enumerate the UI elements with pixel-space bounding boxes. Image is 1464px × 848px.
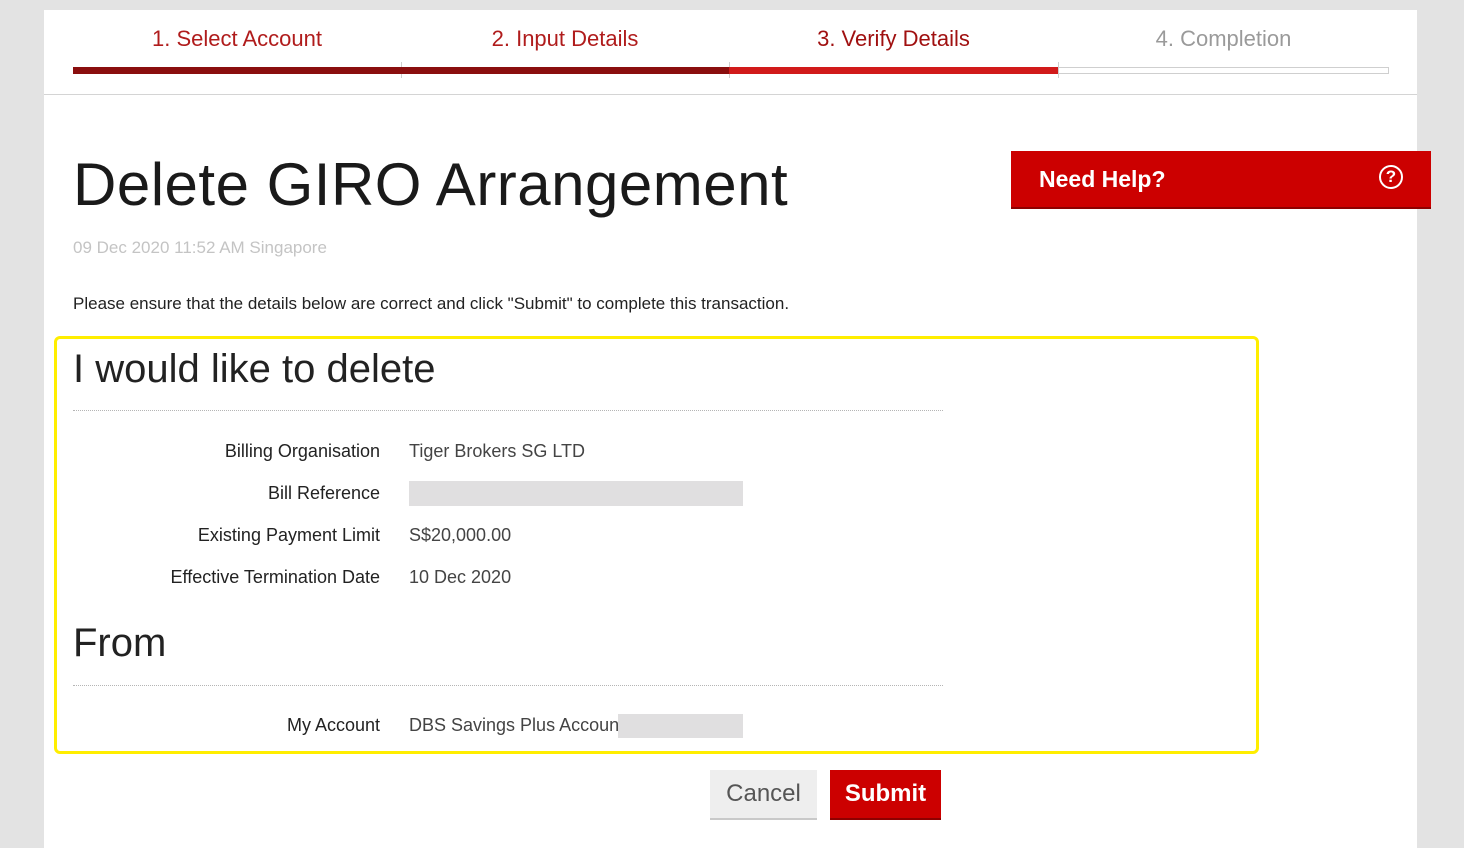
step-select-account: 1. Select Account [73, 10, 401, 80]
redacted-account-number [618, 714, 743, 738]
instruction-text: Please ensure that the details below are… [73, 294, 790, 313]
step-label: 3. Verify Details [817, 26, 970, 51]
row-label: Bill Reference [267, 483, 380, 503]
timestamp: 09 Dec 2020 11:52 AM Singapore [73, 238, 327, 257]
row-label: Billing Organisation [224, 441, 380, 461]
redacted-bill-reference [409, 481, 743, 506]
step-bar [729, 67, 1058, 74]
cancel-button[interactable]: Cancel [710, 770, 817, 820]
page-title: Delete GIRO Arrangement [73, 151, 789, 218]
delete-section-heading: I would like to delete [73, 347, 436, 391]
row-value: S$20,000.00 [409, 525, 512, 545]
from-section-heading: From [73, 621, 167, 665]
step-input-details: 2. Input Details [401, 10, 729, 80]
progress-stepper: 1. Select Account 2. Input Details 3. Ve… [73, 10, 1389, 94]
page-container: 1. Select Account 2. Input Details 3. Ve… [44, 10, 1431, 848]
row-label: My Account [286, 715, 380, 735]
step-bar [401, 67, 729, 74]
section-divider [73, 685, 943, 686]
help-circle-icon: ? [1379, 165, 1403, 189]
step-label: 1. Select Account [152, 26, 322, 51]
step-completion: 4. Completion [1058, 10, 1389, 80]
submit-button[interactable]: Submit [830, 770, 941, 820]
row-label: Existing Payment Limit [197, 525, 380, 545]
row-value: 10 Dec 2020 [409, 567, 512, 587]
row-value: DBS Savings Plus Account [409, 715, 625, 735]
section-divider [73, 410, 943, 411]
step-bar [1058, 67, 1389, 74]
step-bar [73, 67, 401, 74]
header-divider [44, 94, 1417, 95]
step-label: 4. Completion [1155, 26, 1292, 51]
row-value: Tiger Brokers SG LTD [409, 441, 586, 461]
need-help-label: Need Help? [1039, 166, 1166, 192]
step-label: 2. Input Details [491, 26, 639, 51]
step-verify-details: 3. Verify Details [729, 10, 1058, 80]
need-help-button[interactable]: Need Help? ? [1011, 151, 1431, 209]
row-label: Effective Termination Date [170, 567, 380, 587]
